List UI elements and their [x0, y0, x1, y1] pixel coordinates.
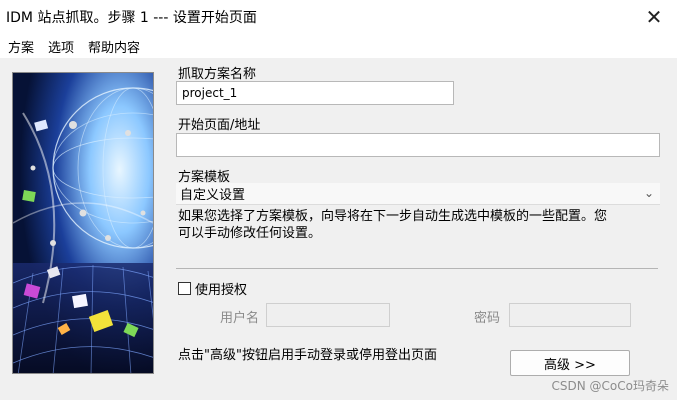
password-label: 密码 [474, 311, 501, 326]
project-name-input[interactable] [176, 81, 454, 105]
username-label: 用户名 [220, 311, 260, 326]
password-field[interactable] [509, 303, 631, 327]
advanced-hint: 点击"高级"按钮启用手动登录或停用登出页面 [178, 348, 437, 363]
menu-item-help[interactable]: 帮助内容 [82, 37, 146, 56]
close-icon[interactable]: ✕ [641, 4, 667, 30]
start-page-input[interactable] [176, 133, 660, 157]
start-page-label: 开始页面/地址 [178, 118, 261, 133]
use-auth-checkbox[interactable] [178, 282, 191, 295]
username-field[interactable] [266, 303, 390, 327]
template-description: 如果您选择了方案模板，向导将在下一步自动生成选中模板的一些配置。您 可以手动修改… [178, 208, 607, 242]
template-description-line1: 如果您选择了方案模板，向导将在下一步自动生成选中模板的一些配置。您 [178, 209, 608, 224]
separator [176, 268, 658, 269]
template-select[interactable]: 自定义设置 ⌄ [176, 183, 660, 205]
window-title: IDM 站点抓取。步骤 1 --- 设置开始页面 [6, 10, 257, 26]
watermark: CSDN @CoCo玛奇朵 [551, 379, 669, 393]
use-auth-row[interactable]: 使用授权 [178, 279, 247, 298]
chevron-down-icon: ⌄ [643, 186, 654, 200]
template-description-line2: 可以手动修改任何设置。 [178, 226, 322, 241]
menu-item-scheme[interactable]: 方案 [2, 37, 40, 56]
menu-item-options[interactable]: 选项 [42, 37, 80, 56]
wizard-illustration [12, 72, 154, 374]
title-bar: IDM 站点抓取。步骤 1 --- 设置开始页面 ✕ [0, 0, 677, 34]
use-auth-label: 使用授权 [195, 283, 248, 298]
menu-bar: 方案 选项 帮助内容 [0, 34, 677, 58]
advanced-button[interactable]: 高级 >> [510, 350, 630, 376]
template-selected-value: 自定义设置 [180, 188, 246, 203]
project-name-label: 抓取方案名称 [178, 67, 257, 82]
